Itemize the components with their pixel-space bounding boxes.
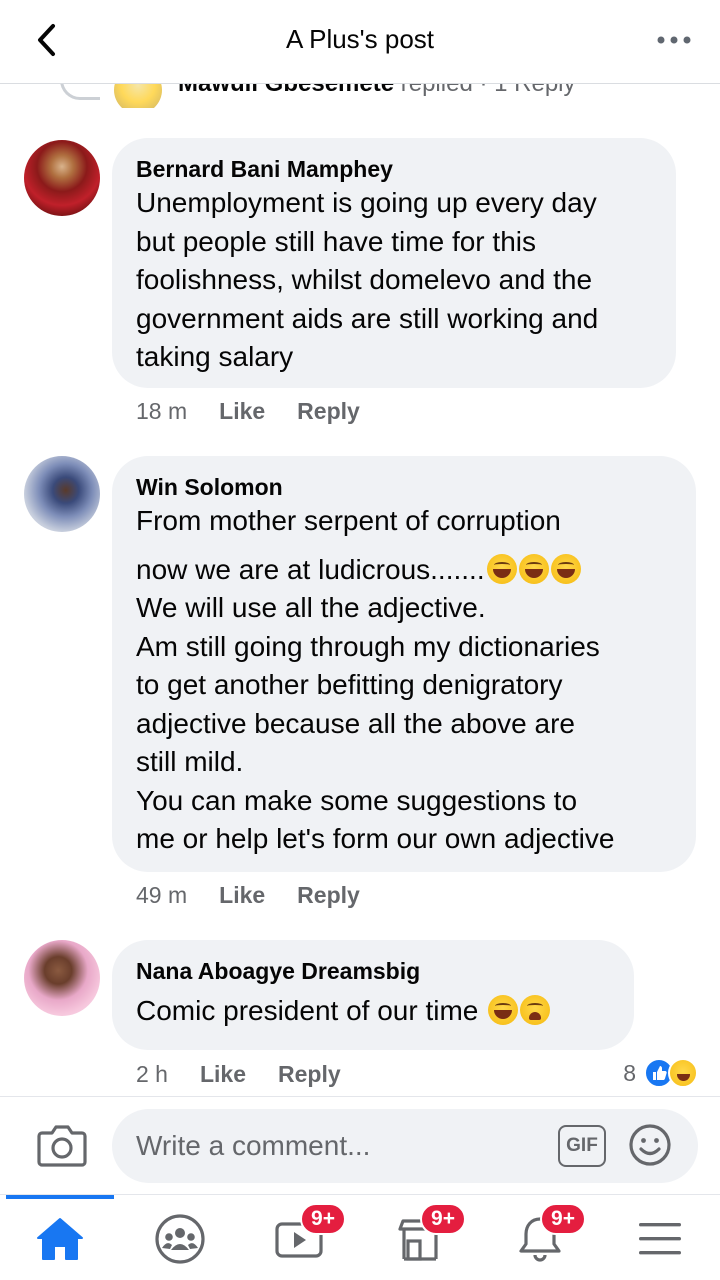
like-button[interactable]: Like bbox=[219, 882, 265, 909]
nav-home[interactable] bbox=[30, 1209, 90, 1269]
emoji-button[interactable] bbox=[628, 1123, 672, 1167]
groups-icon bbox=[155, 1214, 205, 1264]
bottom-navigation: 9+ 9+ 9+ bbox=[0, 1194, 720, 1280]
nav-notifications[interactable]: 9+ bbox=[510, 1203, 586, 1269]
comment-author[interactable]: Nana Aboagye Dreamsbig bbox=[136, 956, 610, 986]
comment-bubble: Win Solomon From mother serpent of corru… bbox=[112, 456, 696, 872]
rofl-emoji bbox=[550, 553, 581, 584]
camera-icon bbox=[37, 1125, 87, 1167]
comment-author[interactable]: Win Solomon bbox=[136, 472, 672, 502]
rofl-emoji bbox=[518, 553, 549, 584]
page-title: A Plus's post bbox=[285, 24, 435, 54]
home-icon bbox=[37, 1218, 83, 1260]
notification-badge: 9+ bbox=[540, 1203, 586, 1235]
comment-text: We will use all the adjective. Am still … bbox=[136, 592, 615, 854]
weary-face-emoji bbox=[520, 995, 551, 1025]
avatar[interactable] bbox=[24, 140, 100, 216]
notification-badge: 9+ bbox=[300, 1203, 346, 1235]
nav-menu[interactable] bbox=[630, 1209, 690, 1269]
camera-button[interactable] bbox=[36, 1123, 88, 1169]
notification-badge: 9+ bbox=[420, 1203, 466, 1235]
reaction-count: 8 bbox=[623, 1059, 636, 1086]
comment-text-line: Comic president of our time bbox=[136, 992, 610, 1031]
comment-bubble: Nana Aboagye Dreamsbig Comic president o… bbox=[112, 940, 634, 1050]
emoji-icon bbox=[629, 1124, 671, 1166]
comment-author[interactable]: Bernard Bani Mamphey bbox=[136, 154, 652, 184]
nav-groups[interactable] bbox=[150, 1209, 210, 1269]
comment-composer: GIF bbox=[0, 1096, 720, 1194]
more-options-icon bbox=[657, 36, 691, 44]
comment-text-line: now we are at ludicrous....... bbox=[136, 551, 672, 590]
menu-icon bbox=[639, 1223, 681, 1255]
top-bar: A Plus's post bbox=[0, 0, 720, 84]
comment-bubble: Bernard Bani Mamphey Unemployment is goi… bbox=[112, 138, 676, 388]
reply-button[interactable]: Reply bbox=[278, 1061, 341, 1088]
comment-text-fragment: Comic president of our time bbox=[136, 995, 487, 1026]
reply-button[interactable]: Reply bbox=[297, 398, 360, 425]
nav-watch[interactable]: 9+ bbox=[270, 1203, 346, 1269]
like-button[interactable]: Like bbox=[200, 1061, 246, 1088]
nav-marketplace[interactable]: 9+ bbox=[390, 1203, 466, 1269]
comment-actions: 18 m Like Reply bbox=[136, 398, 392, 425]
comment-input[interactable] bbox=[112, 1109, 698, 1183]
more-options-button[interactable] bbox=[654, 28, 694, 52]
comment-text: Unemployment is going up every day but p… bbox=[136, 187, 599, 372]
comment-text-line: From mother serpent of corruption bbox=[136, 505, 561, 536]
reaction-summary[interactable]: 8 bbox=[623, 1058, 698, 1088]
comment-actions: 2 h Like Reply bbox=[136, 1061, 373, 1088]
comment-timestamp[interactable]: 49 m bbox=[136, 882, 187, 909]
rofl-emoji bbox=[486, 553, 517, 584]
comment-timestamp[interactable]: 2 h bbox=[136, 1061, 168, 1088]
haha-reaction-icon bbox=[668, 1058, 698, 1088]
like-button[interactable]: Like bbox=[219, 398, 265, 425]
avatar[interactable] bbox=[24, 940, 100, 1016]
comment-timestamp[interactable]: 18 m bbox=[136, 398, 187, 425]
rofl-emoji bbox=[488, 995, 519, 1025]
comment-text-fragment: now we are at ludicrous....... bbox=[136, 553, 485, 585]
reply-button[interactable]: Reply bbox=[297, 882, 360, 909]
active-tab-indicator bbox=[6, 1195, 114, 1199]
comment-actions: 49 m Like Reply bbox=[136, 882, 392, 909]
gif-button[interactable]: GIF bbox=[558, 1125, 606, 1167]
avatar[interactable] bbox=[24, 456, 100, 532]
